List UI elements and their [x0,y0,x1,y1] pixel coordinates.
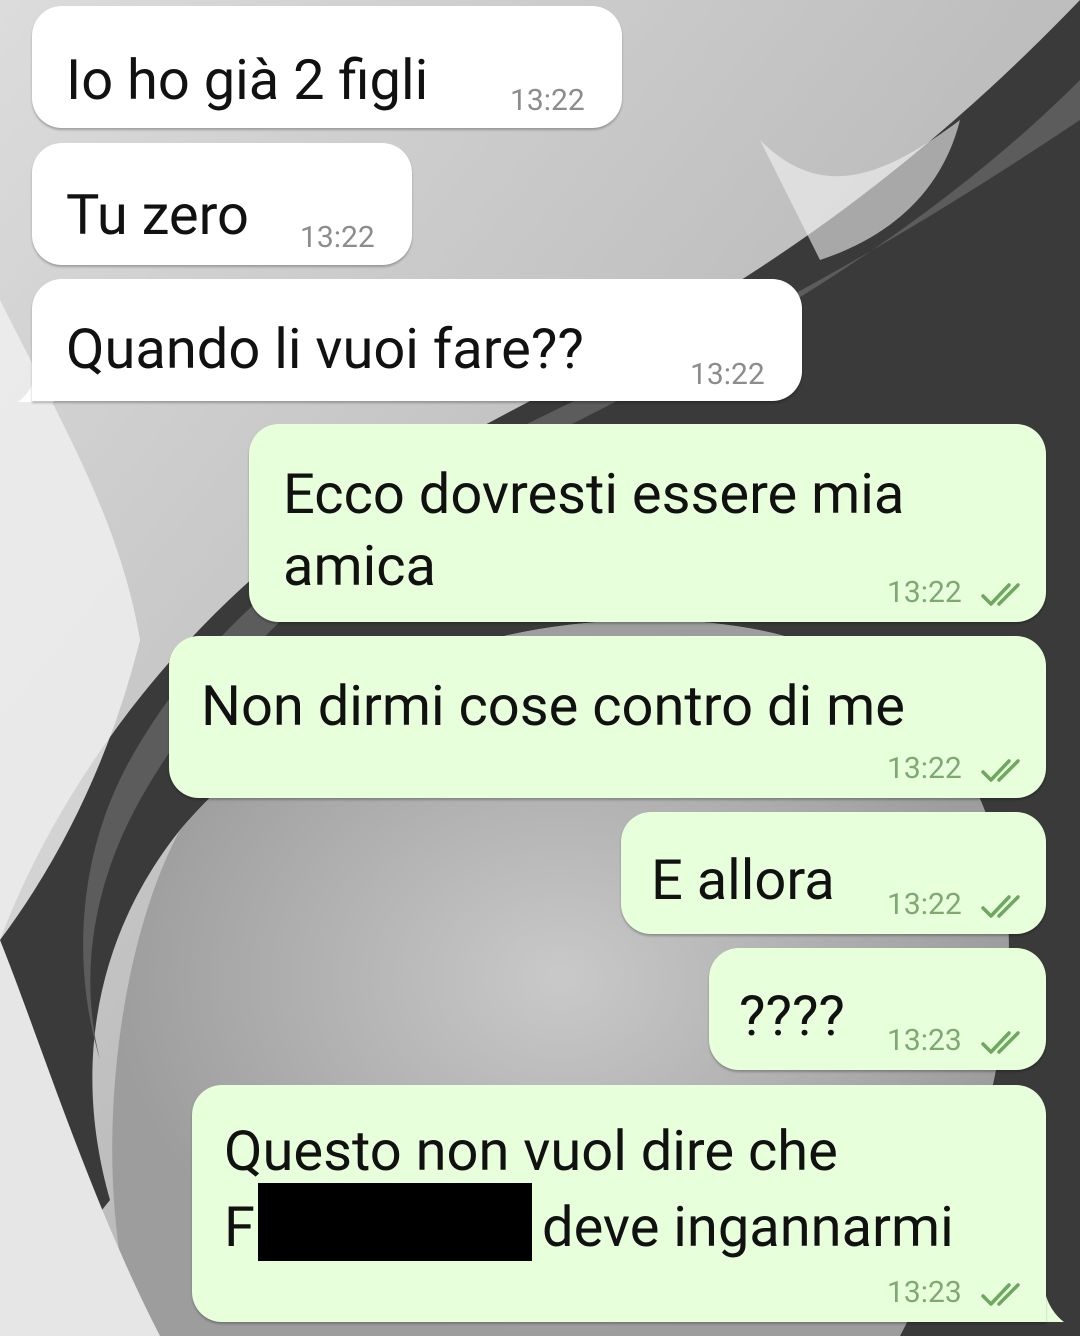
message-text: Tu zero [66,182,249,248]
message-text: Quando li vuoi fare?? [66,316,584,382]
message-text: Io ho già 2 figli [66,47,429,113]
outgoing-message[interactable]: ???? 13:23 [709,948,1046,1070]
message-time: 13:23 [887,1275,962,1310]
double-check-icon [981,759,1020,782]
message-time: 13:22 [690,357,765,392]
message-time: 13:22 [510,83,585,118]
message-text: Non dirmi cose contro di me [201,673,905,739]
incoming-message[interactable]: Tu zero 13:22 [32,143,412,265]
double-check-icon [981,583,1020,606]
message-text-line-1: Questo non vuol dire che [224,1118,838,1184]
redacted-name-block [258,1183,532,1261]
message-time: 13:22 [887,575,962,610]
message-time: 13:23 [887,1023,962,1058]
incoming-message[interactable]: Quando li vuoi fare?? 13:22 [32,279,802,401]
message-time: 13:22 [300,220,375,255]
double-check-icon [981,895,1020,918]
outgoing-message[interactable]: E allora 13:22 [621,812,1046,934]
message-text-line-1: Ecco dovresti essere mia [283,461,905,527]
double-check-icon [981,1283,1020,1306]
outgoing-message[interactable]: Non dirmi cose contro di me 13:22 [169,636,1046,798]
message-time: 13:22 [887,751,962,786]
message-text-line-2: amica [283,533,436,599]
message-text: ???? [739,983,845,1049]
incoming-message[interactable]: Io ho già 2 figli 13:22 [32,6,622,128]
message-text-line-2-end: deve ingannarmi [542,1194,954,1260]
double-check-icon [981,1031,1020,1054]
message-time: 13:22 [887,887,962,922]
message-text-line-2-start: F [224,1194,255,1260]
message-text: E allora [651,847,835,913]
outgoing-message[interactable]: Questo non vuol dire che F deve ingannar… [192,1085,1046,1322]
outgoing-message[interactable]: Ecco dovresti essere mia amica 13:22 [249,424,1046,622]
